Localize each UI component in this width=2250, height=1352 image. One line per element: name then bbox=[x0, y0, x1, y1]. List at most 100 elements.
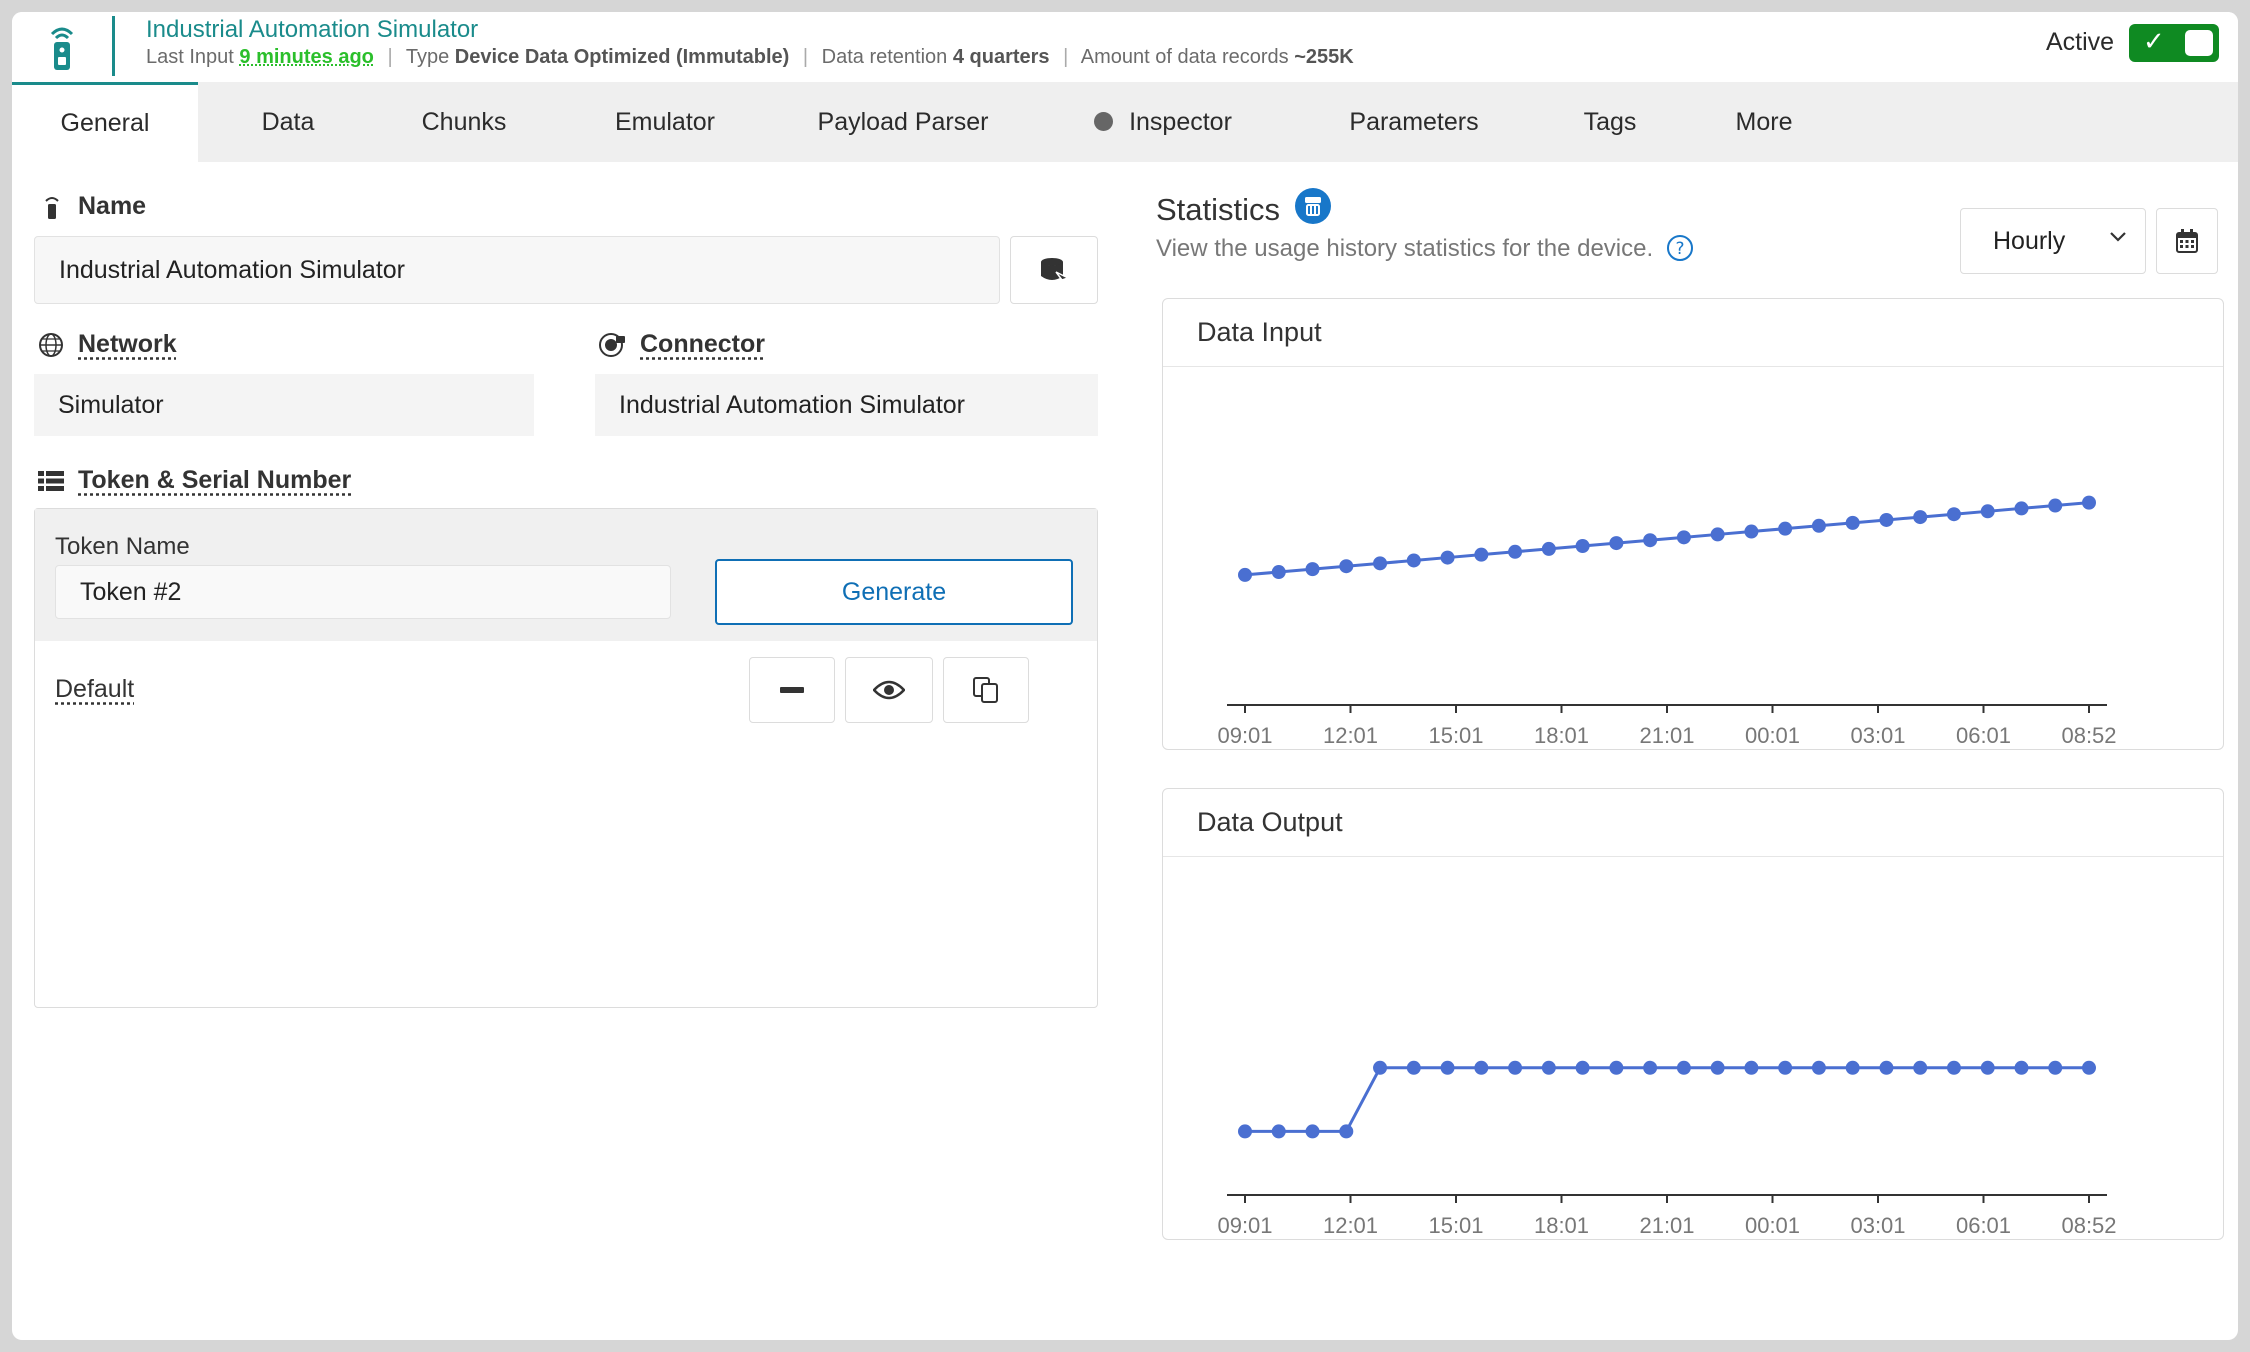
tab-more[interactable]: More bbox=[1722, 82, 1806, 162]
x-tick-label: 08:52 bbox=[2061, 723, 2116, 748]
data-point[interactable] bbox=[2082, 495, 2096, 510]
data-point[interactable] bbox=[1271, 1124, 1286, 1139]
default-token-label[interactable]: Default bbox=[55, 675, 134, 704]
dashboard-badge-icon bbox=[1294, 188, 1331, 224]
data-point[interactable] bbox=[1811, 1060, 1826, 1075]
data-point[interactable] bbox=[1373, 556, 1388, 571]
x-tick-label: 15:01 bbox=[1428, 723, 1483, 748]
data-point[interactable] bbox=[1271, 565, 1286, 580]
data-point[interactable] bbox=[1508, 544, 1523, 559]
data-point[interactable] bbox=[1440, 550, 1455, 565]
data-point[interactable] bbox=[2048, 498, 2063, 513]
data-point[interactable] bbox=[1946, 1060, 1961, 1075]
data-point[interactable] bbox=[1879, 1060, 1894, 1075]
data-point[interactable] bbox=[1339, 559, 1354, 574]
database-button[interactable] bbox=[1010, 236, 1098, 304]
meta-separator: | bbox=[1063, 46, 1069, 68]
data-point[interactable] bbox=[1373, 1060, 1388, 1075]
x-tick-label: 15:01 bbox=[1428, 1213, 1483, 1238]
retention-label: Data retention bbox=[821, 46, 948, 68]
data-point[interactable] bbox=[1406, 553, 1421, 568]
tab-data[interactable]: Data bbox=[238, 82, 338, 162]
data-point[interactable] bbox=[1980, 504, 1995, 519]
data-point[interactable] bbox=[1575, 539, 1590, 553]
data-point[interactable] bbox=[1676, 1060, 1691, 1075]
data-point[interactable] bbox=[1744, 1060, 1759, 1075]
connector-globe-icon bbox=[599, 333, 625, 357]
tab-inspector[interactable]: Inspector bbox=[1078, 82, 1248, 162]
data-point[interactable] bbox=[2082, 1060, 2096, 1075]
data-point[interactable] bbox=[2014, 1060, 2029, 1075]
name-label: Name bbox=[78, 192, 147, 220]
data-point[interactable] bbox=[1913, 1060, 1928, 1075]
type-value: Device Data Optimized (Immutable) bbox=[454, 46, 790, 68]
data-point[interactable] bbox=[1676, 530, 1691, 545]
svg-text:?: ? bbox=[1675, 239, 1684, 259]
meta-separator: | bbox=[387, 46, 393, 68]
data-point[interactable] bbox=[1710, 1060, 1725, 1075]
data-point[interactable] bbox=[1845, 1060, 1860, 1075]
network-label[interactable]: Network bbox=[78, 330, 177, 359]
statistics-subtitle-text: View the usage history statistics for th… bbox=[1156, 235, 1654, 262]
header-divider bbox=[112, 16, 115, 76]
copy-token-button[interactable] bbox=[943, 657, 1029, 723]
data-point[interactable] bbox=[1946, 507, 1961, 522]
tab-general[interactable]: General bbox=[12, 82, 198, 162]
data-point[interactable] bbox=[1474, 547, 1489, 562]
data-point[interactable] bbox=[1508, 1060, 1523, 1075]
tab-inspector-label: Inspector bbox=[1129, 108, 1232, 136]
last-input-value[interactable]: 9 minutes ago bbox=[239, 46, 373, 68]
data-point[interactable] bbox=[1609, 1060, 1624, 1075]
data-point[interactable] bbox=[1406, 1060, 1421, 1075]
help-icon[interactable]: ? bbox=[1666, 234, 1694, 262]
tab-parameters[interactable]: Parameters bbox=[1328, 82, 1500, 162]
minus-icon bbox=[780, 687, 804, 693]
device-title[interactable]: Industrial Automation Simulator bbox=[146, 16, 478, 44]
data-point[interactable] bbox=[1541, 541, 1556, 556]
data-point[interactable] bbox=[1845, 515, 1860, 530]
data-point[interactable] bbox=[1879, 512, 1894, 527]
name-input[interactable]: Industrial Automation Simulator bbox=[34, 236, 1000, 304]
data-point[interactable] bbox=[1710, 527, 1725, 542]
show-token-button[interactable] bbox=[845, 657, 933, 723]
data-point[interactable] bbox=[1643, 533, 1658, 548]
tab-emulator[interactable]: Emulator bbox=[590, 82, 740, 162]
data-point[interactable] bbox=[1440, 1060, 1455, 1075]
connector-label[interactable]: Connector bbox=[640, 330, 765, 359]
data-point[interactable] bbox=[1913, 510, 1928, 525]
x-tick-label: 18:01 bbox=[1534, 1213, 1589, 1238]
data-point[interactable] bbox=[1778, 1060, 1793, 1075]
data-point[interactable] bbox=[1980, 1060, 1995, 1075]
x-tick-label: 18:01 bbox=[1534, 723, 1589, 748]
tab-chunks[interactable]: Chunks bbox=[402, 82, 526, 162]
remove-token-button[interactable] bbox=[749, 657, 835, 723]
data-point[interactable] bbox=[1811, 518, 1826, 533]
data-point[interactable] bbox=[1778, 521, 1793, 536]
tab-tags[interactable]: Tags bbox=[1566, 82, 1654, 162]
data-point[interactable] bbox=[1474, 1060, 1489, 1075]
data-point[interactable] bbox=[1609, 536, 1624, 551]
x-tick-label: 03:01 bbox=[1850, 1213, 1905, 1238]
data-point[interactable] bbox=[1238, 1124, 1252, 1139]
active-toggle[interactable]: ✓ bbox=[2129, 24, 2219, 62]
data-point[interactable] bbox=[1744, 524, 1759, 539]
data-point[interactable] bbox=[2048, 1060, 2063, 1075]
interval-select[interactable]: Hourly bbox=[1960, 208, 2146, 274]
data-point[interactable] bbox=[2014, 501, 2029, 516]
token-section-label[interactable]: Token & Serial Number bbox=[78, 466, 351, 495]
token-name-input[interactable]: Token #2 bbox=[55, 565, 671, 619]
data-point[interactable] bbox=[1643, 1060, 1658, 1075]
data-point[interactable] bbox=[1238, 567, 1252, 582]
tab-payload-parser[interactable]: Payload Parser bbox=[798, 82, 1008, 162]
statistics-title: Statistics bbox=[1156, 188, 1331, 228]
data-point[interactable] bbox=[1541, 1060, 1556, 1075]
data-point[interactable] bbox=[1305, 1124, 1320, 1139]
statistics-subtitle: View the usage history statistics for th… bbox=[1156, 234, 1694, 263]
calendar-button[interactable] bbox=[2156, 208, 2218, 274]
data-point[interactable] bbox=[1339, 1124, 1354, 1139]
generate-button[interactable]: Generate bbox=[715, 559, 1073, 625]
x-tick-label: 03:01 bbox=[1850, 723, 1905, 748]
check-icon: ✓ bbox=[2143, 26, 2165, 56]
data-point[interactable] bbox=[1575, 1060, 1590, 1075]
data-point[interactable] bbox=[1305, 562, 1320, 577]
